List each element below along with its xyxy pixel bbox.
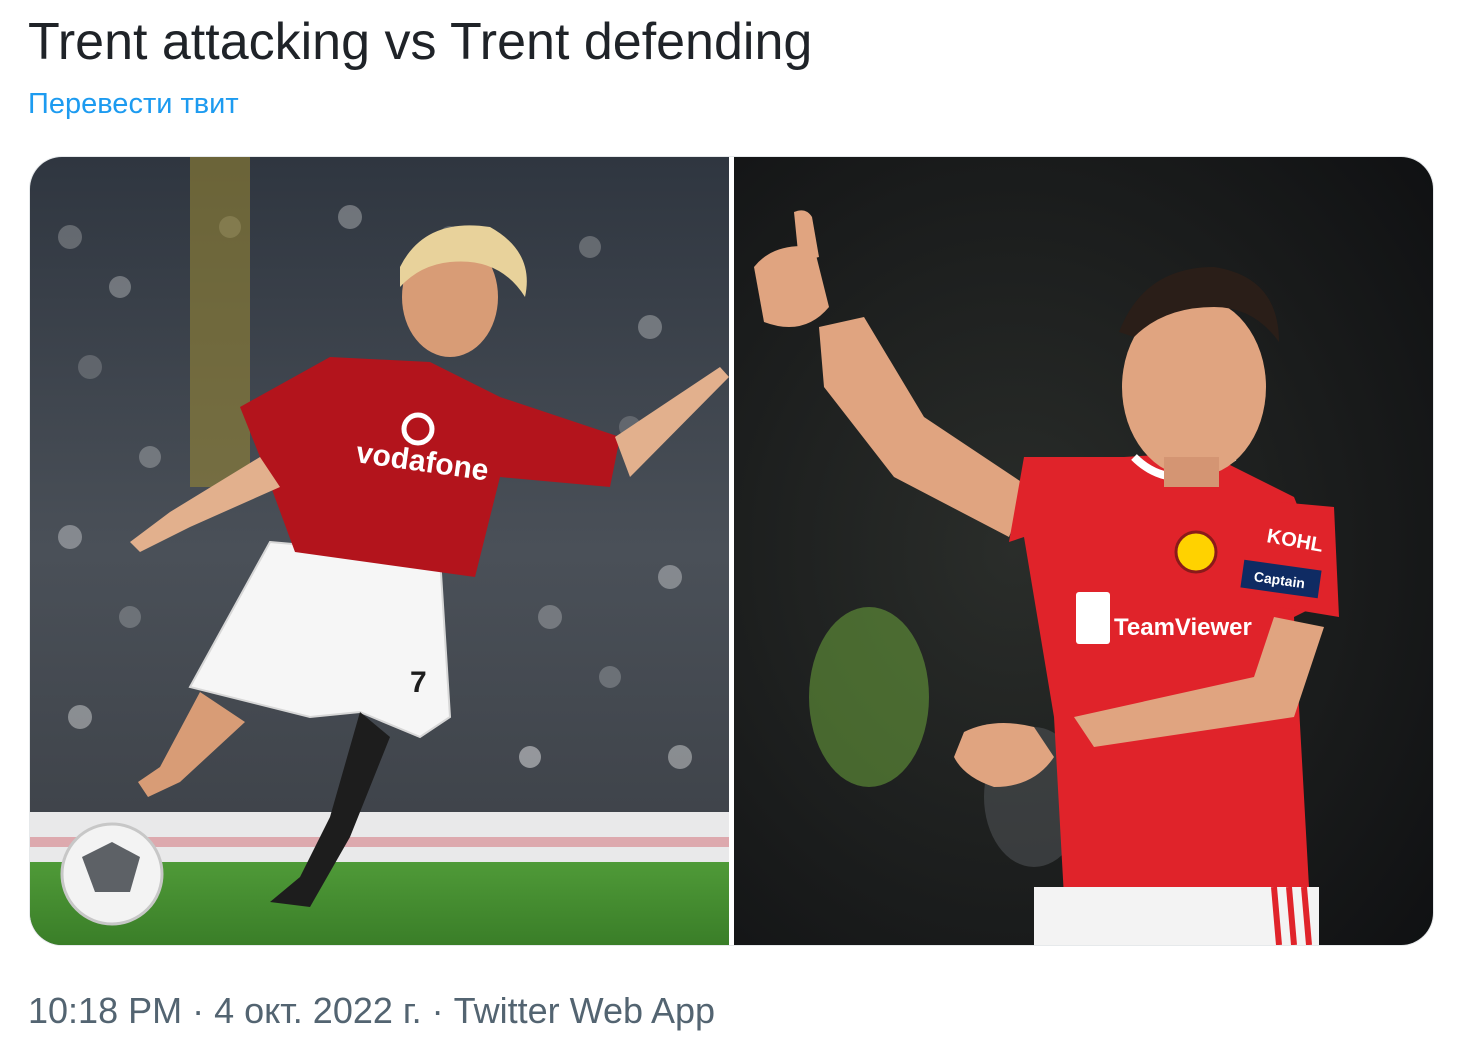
meta-separator: · — [421, 990, 454, 1031]
tweet-source-link[interactable]: Twitter Web App — [454, 990, 715, 1031]
photo-player-thumbs-up-icon: Captain KOHL TeamViewer — [734, 157, 1433, 945]
photo-left[interactable]: vodafone 7 — [30, 157, 729, 945]
tweet-meta: 10:18 PM · 4 окт. 2022 г. · Twitter Web … — [28, 988, 715, 1034]
translate-tweet-link[interactable]: Перевести твит — [28, 86, 239, 122]
tweet-timestamp-date[interactable]: 4 окт. 2022 г. — [214, 990, 422, 1031]
tweet-timestamp-time[interactable]: 10:18 PM — [28, 990, 182, 1031]
photo-right[interactable]: Captain KOHL TeamViewer — [734, 157, 1433, 945]
photo-player-kicking-ball-icon: vodafone 7 — [30, 157, 729, 945]
shirt-number: 7 — [410, 666, 427, 699]
shirt-sponsor-text: TeamViewer — [1114, 614, 1252, 641]
tweet-text: Trent attacking vs Trent defending — [28, 13, 813, 71]
media-grid: vodafone 7 Captain KOHL TeamViewer — [30, 157, 1433, 945]
meta-separator: · — [182, 990, 215, 1031]
